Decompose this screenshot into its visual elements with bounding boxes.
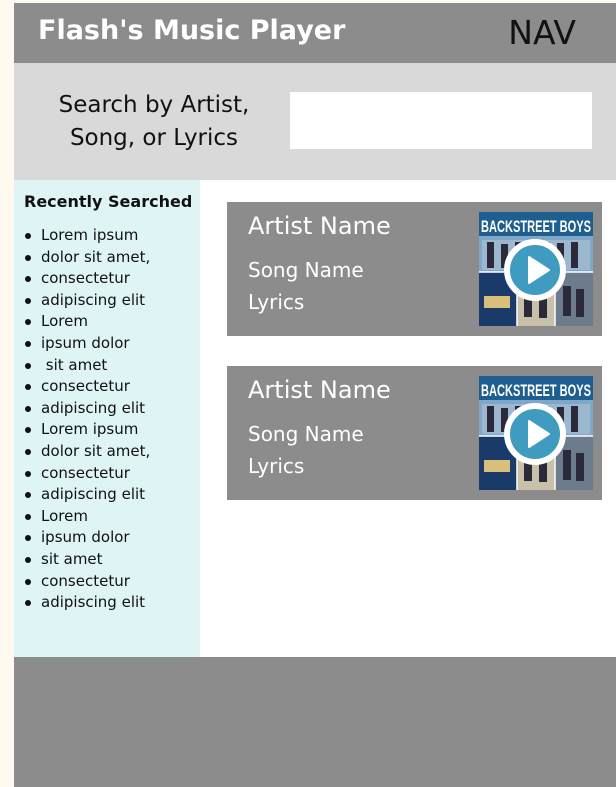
lyrics-link[interactable]: Lyrics [248,454,304,478]
artist-name: Artist Name [248,376,391,404]
recent-search-item[interactable]: consectetur [24,463,150,485]
result-card[interactable]: Artist Name Song Name Lyrics BACKSTREET … [227,366,602,500]
recent-search-item[interactable]: dolor sit amet, [24,247,150,269]
app-title: Flash's Music Player [38,15,346,46]
recent-searches-sidebar: Recently Searched Lorem ipsum dolor sit … [14,180,200,657]
sidebar-title: Recently Searched [24,192,193,211]
recent-search-item[interactable]: adipiscing elit [24,398,150,420]
result-card[interactable]: Artist Name Song Name Lyrics BACKSTREET … [227,202,602,336]
recent-search-item[interactable]: consectetur [24,376,150,398]
search-label-line2: Song, or Lyrics [69,125,239,151]
recent-search-item[interactable]: consectetur [24,571,150,593]
page: Flash's Music Player NAV Search by Artis… [14,3,616,787]
recent-search-item[interactable]: Lorem [24,311,150,333]
album-cover-image: BACKSTREET BOYS [479,376,593,490]
search-input[interactable] [290,92,592,149]
nav-menu[interactable]: NAV [508,13,576,52]
recent-search-item[interactable]: adipiscing elit [24,290,150,312]
recent-search-item[interactable]: Lorem ipsum [24,225,150,247]
album-cover-text: BACKSTREET BOYS [481,381,591,400]
search-label-line1: Search by Artist, [58,92,250,118]
recent-search-item[interactable]: sit amet [24,355,150,377]
recent-search-item[interactable]: adipiscing elit [24,484,150,506]
footer [14,657,616,787]
recent-search-item[interactable]: consectetur [24,268,150,290]
play-icon[interactable] [503,402,567,466]
search-label: Search by Artist, Song, or Lyrics [54,89,254,155]
search-section: Search by Artist, Song, or Lyrics [14,63,616,180]
header: Flash's Music Player NAV [14,3,616,63]
album-cover-text: BACKSTREET BOYS [481,217,591,236]
recent-search-item[interactable]: dolor sit amet, [24,441,150,463]
song-name: Song Name [248,422,364,446]
play-icon[interactable] [503,238,567,302]
results-area: Artist Name Song Name Lyrics BACKSTREET … [200,180,616,657]
recent-search-item[interactable]: Lorem [24,506,150,528]
album-cover-image: BACKSTREET BOYS [479,212,593,326]
song-name: Song Name [248,258,364,282]
artist-name: Artist Name [248,212,391,240]
recent-search-item[interactable]: Lorem ipsum [24,419,150,441]
lyrics-link[interactable]: Lyrics [248,290,304,314]
recent-search-item[interactable]: ipsum dolor [24,527,150,549]
recent-search-item[interactable]: sit amet [24,549,150,571]
recent-search-item[interactable]: ipsum dolor [24,333,150,355]
recent-search-item[interactable]: adipiscing elit [24,592,150,614]
recent-searches-list: Lorem ipsum dolor sit amet, consectetur … [24,225,150,614]
